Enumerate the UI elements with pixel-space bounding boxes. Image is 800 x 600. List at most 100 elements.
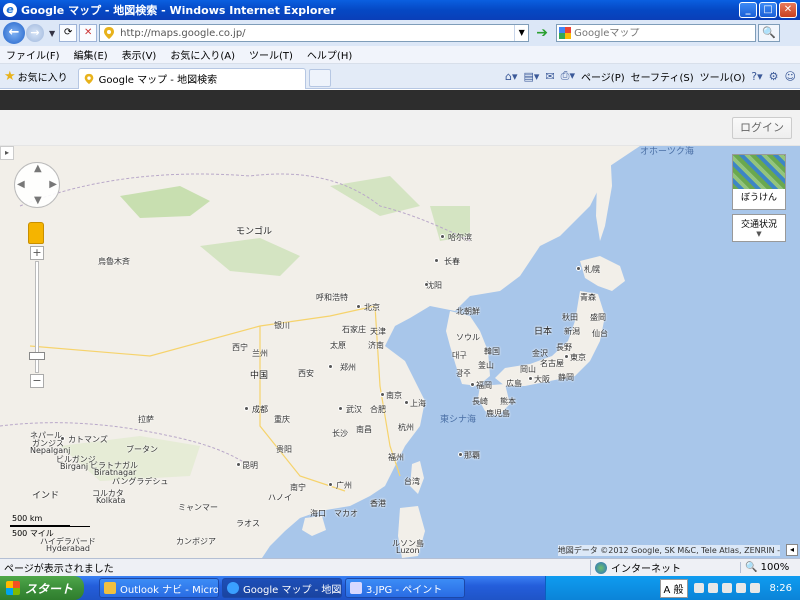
address-dropdown-icon[interactable]: ▼ (514, 25, 528, 41)
url-text[interactable]: http://maps.google.co.jp/ (120, 28, 514, 39)
ie-icon (227, 582, 239, 594)
map-label: 新潟 (564, 327, 580, 336)
pan-down-icon[interactable]: ▼ (34, 195, 42, 206)
city-dot (434, 258, 439, 263)
map-label: 杭州 (398, 423, 414, 432)
chevron-down-icon: ▼ (756, 230, 762, 238)
map-label: 日本 (534, 327, 553, 337)
map-label: 韓国 (484, 347, 500, 356)
tab-google-maps[interactable]: Google マップ - 地図検索 (77, 67, 306, 89)
traffic-button[interactable]: 交通状況 ▼ (732, 214, 786, 242)
tray-icon[interactable] (735, 583, 746, 593)
map-label: ブータン (126, 445, 158, 454)
map-label: 釜山 (478, 361, 494, 370)
maximize-button[interactable]: □ (759, 2, 777, 18)
tray-icon[interactable] (721, 583, 732, 593)
search-icon: 🔍 (745, 562, 758, 573)
map-type-thumbnail[interactable]: ぼうけん (732, 154, 786, 210)
close-button[interactable]: ✕ (779, 2, 797, 18)
forward-button[interactable]: → (26, 24, 44, 42)
back-button[interactable]: ← (3, 22, 25, 44)
zoom-slider-handle[interactable] (29, 352, 45, 360)
messenger-icon[interactable]: ☺ (785, 70, 796, 83)
pan-left-icon[interactable]: ◀ (17, 179, 25, 190)
address-field[interactable]: http://maps.google.co.jp/ ▼ (99, 24, 530, 42)
google-maps-favicon-icon (84, 73, 93, 84)
outlook-icon (104, 582, 116, 594)
go-button[interactable]: ➔ (532, 24, 552, 42)
zoom-out-button[interactable]: − (30, 374, 44, 388)
history-dropdown-icon[interactable]: ▼ (49, 29, 55, 38)
tools-menu[interactable]: ツール(O) (700, 69, 746, 84)
pan-right-icon[interactable]: ▶ (49, 179, 57, 190)
start-button[interactable]: スタート (0, 576, 84, 600)
clock[interactable]: 8:26 (770, 583, 792, 594)
task-paint[interactable]: 3.JPG - ペイント (345, 578, 465, 598)
safety-menu[interactable]: セーフティ(S) (631, 69, 694, 84)
zoom-in-button[interactable]: + (30, 246, 44, 260)
map-label: Birganj (60, 462, 89, 471)
map-type-label: ぼうけん (740, 193, 777, 203)
menu-bar: ファイル(F) 編集(E) 表示(V) お気に入り(A) ツール(T) ヘルプ(… (0, 46, 800, 64)
help-icon[interactable]: ?▾ (751, 70, 762, 83)
menu-tools[interactable]: ツール(T) (249, 47, 293, 62)
search-box[interactable] (556, 24, 757, 42)
traffic-label: 交通状況 (740, 220, 777, 230)
overview-map-toggle-icon[interactable]: ◂ (786, 544, 798, 556)
tray-icon[interactable] (707, 583, 718, 593)
pan-up-icon[interactable]: ▲ (34, 163, 42, 174)
task-outlook[interactable]: Outlook ナビ - Micros... (99, 578, 219, 598)
zoom-level-button[interactable]: 🔍 100% (740, 562, 800, 573)
map-label: 東京 (570, 353, 586, 362)
menu-favorites[interactable]: お気に入り(A) (170, 47, 235, 62)
scale-bar (10, 526, 90, 527)
zone-label: インターネット (611, 564, 681, 575)
minimize-button[interactable]: _ (739, 2, 757, 18)
side-panel-toggle-icon[interactable]: ▸ (0, 146, 14, 160)
search-button[interactable]: 🔍 (758, 24, 781, 42)
task-label: Google マップ - 地図... (243, 584, 342, 596)
menu-view[interactable]: 表示(V) (122, 47, 157, 62)
map-canvas[interactable]: ▸ ▲ ▼ ◀ ▶ + − モンゴル 烏魯木斉 哈尔滨 长春 沈阳 呼和浩特 北… (0, 146, 800, 558)
map-label: カンボジア (176, 537, 216, 546)
map-label: バングラデシュ (112, 477, 169, 486)
tray-icon[interactable] (749, 583, 760, 593)
feeds-icon[interactable]: ▤▾ (524, 70, 540, 83)
new-tab-button[interactable] (308, 69, 331, 87)
search-input[interactable] (574, 27, 756, 39)
map-label: Luzon (396, 546, 420, 555)
menu-file[interactable]: ファイル(F) (6, 47, 60, 62)
map-label: カトマンズ (68, 435, 108, 444)
map-label: 拉萨 (138, 415, 154, 424)
page-menu[interactable]: ページ(P) (581, 69, 625, 84)
pan-control[interactable]: ▲ ▼ ◀ ▶ (14, 162, 60, 208)
street-view-pegman-icon[interactable] (28, 222, 44, 244)
map-label: 香港 (370, 499, 386, 508)
home-icon[interactable]: ⌂▾ (505, 70, 518, 83)
tray-icon[interactable] (693, 583, 704, 593)
favorites-button[interactable]: ★ お気に入り (0, 69, 74, 84)
city-dot (424, 282, 429, 287)
map-label: 合肥 (370, 405, 386, 414)
ime-indicator[interactable]: A 般 (659, 578, 688, 598)
map-label: 福州 (388, 453, 404, 462)
menu-edit[interactable]: 編集(E) (74, 47, 108, 62)
map-label: 熊本 (500, 397, 516, 406)
map-label: 南昌 (356, 425, 372, 434)
map-label: インド (32, 491, 60, 501)
refresh-button[interactable]: ⟳ (59, 24, 78, 42)
map-label: 哈尔滨 (448, 233, 472, 242)
city-dot (458, 452, 463, 457)
task-ie-google-maps[interactable]: Google マップ - 地図... (222, 578, 342, 598)
zoom-level: 100% (760, 562, 790, 573)
map-label: 广州 (336, 481, 352, 490)
research-icon[interactable]: ⚙ (769, 70, 779, 83)
mail-icon[interactable]: ✉ (545, 70, 554, 83)
map-label: ラオス (236, 519, 260, 528)
map-label: ハノイ (268, 493, 292, 502)
city-dot (328, 364, 333, 369)
print-icon[interactable]: ⎙▾ (561, 69, 575, 83)
login-button[interactable]: ログイン (732, 117, 792, 139)
menu-help[interactable]: ヘルプ(H) (307, 47, 352, 62)
stop-button[interactable]: ✕ (79, 24, 98, 42)
